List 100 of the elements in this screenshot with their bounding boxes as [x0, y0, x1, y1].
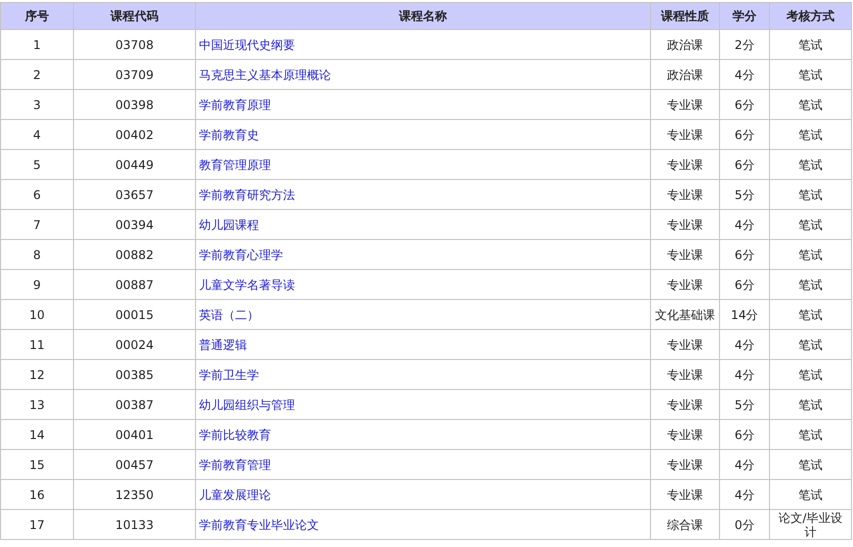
table-cell: 6分 — [720, 150, 770, 180]
course-link[interactable]: 学前教育心理学 — [199, 248, 283, 262]
table-cell: 13 — [0, 390, 74, 420]
course-link[interactable]: 幼儿园组织与管理 — [199, 398, 295, 412]
table-cell: 6分 — [720, 120, 770, 150]
column-header: 学分 — [720, 2, 770, 30]
table-cell: 14 — [0, 420, 74, 450]
table-cell: 10 — [0, 300, 74, 330]
course-link[interactable]: 中国近现代史纲要 — [199, 38, 295, 52]
table-cell: 9 — [0, 270, 74, 300]
table-cell: 专业课 — [650, 420, 720, 450]
course-link[interactable]: 学前教育史 — [199, 128, 259, 142]
table-cell: 16 — [0, 480, 74, 510]
table-cell: 4分 — [720, 450, 770, 480]
table-cell: 03657 — [74, 180, 196, 210]
table-cell: 笔试 — [770, 420, 852, 450]
table-cell: 笔试 — [770, 90, 852, 120]
column-header: 序号 — [0, 2, 74, 30]
course-link[interactable]: 教育管理原理 — [199, 158, 271, 172]
course-link[interactable]: 普通逻辑 — [199, 338, 247, 352]
table-cell: 笔试 — [770, 30, 852, 60]
table-cell: 3 — [0, 90, 74, 120]
table-cell: 政治课 — [650, 60, 720, 90]
course-link[interactable]: 学前比较教育 — [199, 428, 271, 442]
column-header: 课程代码 — [74, 2, 196, 30]
table-cell: 8 — [0, 240, 74, 270]
table-cell: 6分 — [720, 420, 770, 450]
table-cell: 政治课 — [650, 30, 720, 60]
table-cell: 专业课 — [650, 330, 720, 360]
table-cell: 笔试 — [770, 150, 852, 180]
table-cell: 00401 — [74, 420, 196, 450]
table-cell: 专业课 — [650, 270, 720, 300]
column-header: 课程性质 — [650, 2, 720, 30]
table-cell: 6分 — [720, 240, 770, 270]
table-cell: 03708 — [74, 30, 196, 60]
table-cell: 4分 — [720, 210, 770, 240]
table-cell: 10133 — [74, 510, 196, 540]
table-cell: 00387 — [74, 390, 196, 420]
course-link[interactable]: 学前教育管理 — [199, 458, 271, 472]
table-cell: 论文/毕业设计 — [770, 510, 852, 540]
table-cell: 5 — [0, 150, 74, 180]
table-cell: 笔试 — [770, 360, 852, 390]
table-cell: 笔试 — [770, 210, 852, 240]
table-cell: 4分 — [720, 360, 770, 390]
table-cell: 笔试 — [770, 480, 852, 510]
course-link[interactable]: 学前教育专业毕业论文 — [199, 518, 319, 532]
table-cell: 4 — [0, 120, 74, 150]
table-cell: 专业课 — [650, 360, 720, 390]
column-header: 考核方式 — [770, 2, 852, 30]
course-link[interactable]: 马克思主义基本原理概论 — [199, 68, 331, 82]
table-cell: 6 — [0, 180, 74, 210]
table-cell: 笔试 — [770, 180, 852, 210]
table-cell: 笔试 — [770, 330, 852, 360]
table-cell: 00398 — [74, 90, 196, 120]
table-cell: 笔试 — [770, 270, 852, 300]
course-link[interactable]: 英语（二） — [199, 308, 259, 322]
table-cell: 6分 — [720, 90, 770, 120]
table-cell: 2 — [0, 60, 74, 90]
course-link[interactable]: 儿童发展理论 — [199, 488, 271, 502]
course-link[interactable]: 儿童文学名著导读 — [199, 278, 295, 292]
table-cell: 00457 — [74, 450, 196, 480]
table-cell: 笔试 — [770, 120, 852, 150]
table-cell: 专业课 — [650, 180, 720, 210]
table-cell: 00887 — [74, 270, 196, 300]
table-cell: 00449 — [74, 150, 196, 180]
table-cell: 专业课 — [650, 90, 720, 120]
table-cell: 4分 — [720, 60, 770, 90]
table-cell: 4分 — [720, 480, 770, 510]
table-cell: 笔试 — [770, 60, 852, 90]
course-link[interactable]: 学前教育研究方法 — [199, 188, 295, 202]
table-cell: 综合课 — [650, 510, 720, 540]
table-cell: 专业课 — [650, 210, 720, 240]
table-cell: 专业课 — [650, 150, 720, 180]
course-link[interactable]: 学前教育原理 — [199, 98, 271, 112]
table-cell: 专业课 — [650, 240, 720, 270]
table-cell: 文化基础课 — [650, 300, 720, 330]
table-cell: 2分 — [720, 30, 770, 60]
table-cell: 0分 — [720, 510, 770, 540]
table-cell: 4分 — [720, 330, 770, 360]
course-link[interactable]: 幼儿园课程 — [199, 218, 259, 232]
table-cell: 专业课 — [650, 450, 720, 480]
table-cell: 11 — [0, 330, 74, 360]
table-cell: 专业课 — [650, 390, 720, 420]
course-link[interactable]: 学前卫生学 — [199, 368, 259, 382]
table-cell: 00024 — [74, 330, 196, 360]
table-cell: 5分 — [720, 390, 770, 420]
column-header: 课程名称 — [196, 2, 650, 30]
table-cell: 00402 — [74, 120, 196, 150]
table-cell: 03709 — [74, 60, 196, 90]
table-cell: 笔试 — [770, 390, 852, 420]
table-cell: 6分 — [720, 270, 770, 300]
table-cell: 00882 — [74, 240, 196, 270]
table-cell: 00385 — [74, 360, 196, 390]
table-cell: 00394 — [74, 210, 196, 240]
table-cell: 7 — [0, 210, 74, 240]
table-cell: 12 — [0, 360, 74, 390]
table-cell: 5分 — [720, 180, 770, 210]
table-cell: 笔试 — [770, 300, 852, 330]
table-cell: 笔试 — [770, 240, 852, 270]
table-cell: 14分 — [720, 300, 770, 330]
